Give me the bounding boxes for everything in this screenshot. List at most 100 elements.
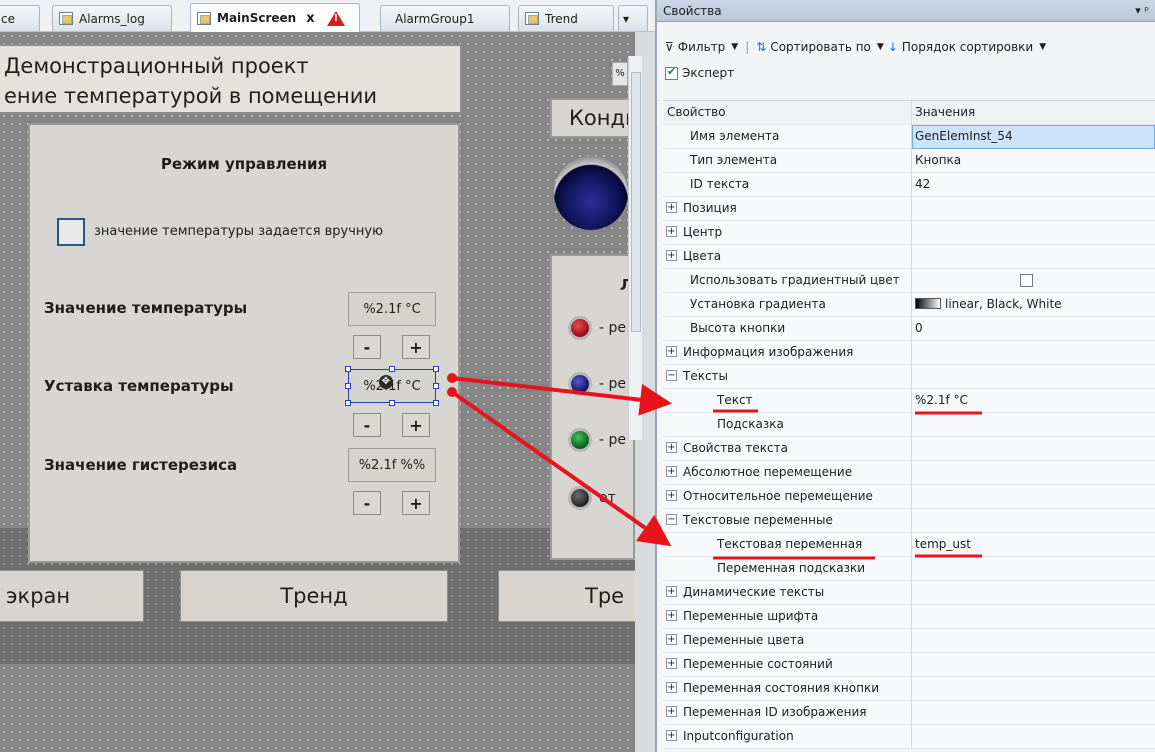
expand-toggle-icon[interactable]: + (666, 610, 677, 621)
tab-list-dropdown[interactable]: ▾ (618, 5, 648, 31)
selection-handle[interactable] (345, 366, 351, 372)
property-row[interactable]: + Свойства текста (663, 437, 1155, 461)
expand-toggle-icon[interactable]: + (666, 250, 677, 261)
column-divider[interactable] (911, 101, 912, 125)
sort-order-button[interactable]: Порядок сортировки (902, 40, 1033, 54)
close-icon[interactable]: x (306, 11, 314, 26)
expand-toggle-icon[interactable]: + (666, 346, 677, 357)
nav-screen-button[interactable]: экран (0, 570, 144, 622)
property-row[interactable]: Использовать градиентный цвет (663, 269, 1155, 293)
property-value[interactable]: linear, Black, White (915, 297, 1062, 311)
selection-handle[interactable] (389, 366, 395, 372)
property-row[interactable]: + Позиция (663, 197, 1155, 221)
zoom-button[interactable]: % (612, 62, 628, 86)
tab-partial[interactable]: ce (0, 5, 40, 31)
manual-mode-checkbox[interactable] (57, 218, 85, 246)
chevron-down-icon[interactable]: ▼ (1039, 42, 1046, 52)
tab-alarmgroup1[interactable]: AlarmGroup1 (380, 5, 510, 31)
property-row[interactable]: ID текста 42 (663, 173, 1155, 197)
hysteresis-button[interactable]: %2.1f %% (348, 448, 436, 482)
expert-checkbox[interactable] (665, 65, 678, 80)
property-row[interactable]: + Переменная ID изображения (663, 701, 1155, 725)
property-row[interactable]: Установка градиента linear, Black, White (663, 293, 1155, 317)
property-row[interactable]: Подсказка (663, 413, 1155, 437)
property-row[interactable]: + Динамические тексты (663, 581, 1155, 605)
property-row[interactable]: + Переменные состояний (663, 653, 1155, 677)
expand-toggle-icon[interactable]: + (666, 466, 677, 477)
tab-mainscreen[interactable]: MainScreen x (190, 3, 360, 32)
expand-toggle-icon[interactable]: + (666, 226, 677, 237)
property-row[interactable]: + Относительное перемещение (663, 485, 1155, 509)
filter-button[interactable]: Фильтр (678, 40, 725, 54)
project-title-box[interactable]: Демонстрационный проект ение температуро… (0, 44, 462, 114)
property-row[interactable]: Переменная подсказки (663, 557, 1155, 581)
expert-toggle[interactable]: Эксперт (665, 65, 734, 80)
hysteresis-minus-button[interactable]: - (353, 491, 381, 515)
property-value[interactable]: Кнопка (915, 153, 961, 167)
status-lamp[interactable] (554, 156, 628, 230)
selection-handle[interactable] (433, 400, 439, 406)
expand-toggle-icon[interactable]: + (666, 706, 677, 717)
property-row[interactable]: Высота кнопки 0 (663, 317, 1155, 341)
tab-alarms-log[interactable]: Alarms_log (52, 5, 172, 31)
property-row[interactable]: + Переменные шрифта (663, 605, 1155, 629)
property-row[interactable]: − Текстовые переменные (663, 509, 1155, 533)
selection-handle[interactable] (389, 400, 395, 406)
vertical-scrollbar[interactable] (628, 56, 642, 440)
property-row[interactable]: − Тексты (663, 365, 1155, 389)
temp-value-button[interactable]: %2.1f °C (348, 292, 436, 326)
expand-toggle-icon[interactable]: + (666, 682, 677, 693)
selection-handle[interactable] (345, 400, 351, 406)
sort-by-button[interactable]: Сортировать по (770, 40, 871, 54)
expand-toggle-icon[interactable]: + (666, 634, 677, 645)
selection-handle[interactable] (433, 366, 439, 372)
expand-toggle-icon[interactable]: + (666, 202, 677, 213)
property-name: Переменные цвета (683, 633, 805, 647)
temp-minus-button[interactable]: - (353, 335, 381, 359)
expand-toggle-icon[interactable]: + (666, 442, 677, 453)
visualization-canvas[interactable]: Демонстрационный проект ение температуро… (0, 32, 643, 752)
property-row[interactable]: + Переменная состояния кнопки (663, 677, 1155, 701)
expand-toggle-icon[interactable]: + (666, 658, 677, 669)
setpoint-minus-button[interactable]: - (353, 413, 381, 437)
chevron-down-icon[interactable]: ▼ (877, 42, 884, 52)
property-value[interactable]: GenElemInst_54 (915, 129, 1013, 143)
tab-trend[interactable]: Trend (518, 5, 614, 31)
chevron-down-icon[interactable]: ▼ (731, 42, 738, 52)
selection-handle[interactable] (433, 383, 439, 389)
property-row[interactable]: Текст %2.1f °C (663, 389, 1155, 413)
property-row[interactable]: + Информация изображения (663, 341, 1155, 365)
expand-toggle-icon[interactable]: + (666, 586, 677, 597)
property-row[interactable]: Текстовая переменная temp_ust (663, 533, 1155, 557)
property-row[interactable]: + Inputconfiguration (663, 725, 1155, 749)
nav-trend2-button[interactable]: Тре (498, 570, 635, 622)
property-row[interactable]: + Абсолютное перемещение (663, 461, 1155, 485)
legend-label: от (599, 490, 616, 506)
property-value[interactable]: temp_ust (915, 537, 971, 551)
property-row[interactable]: Тип элемента Кнопка (663, 149, 1155, 173)
property-value[interactable]: 42 (915, 177, 930, 191)
hysteresis-plus-button[interactable]: + (402, 491, 430, 515)
property-value[interactable]: 0 (915, 321, 923, 335)
expand-toggle-icon[interactable]: − (666, 370, 677, 381)
setpoint-plus-button[interactable]: + (402, 413, 430, 437)
setpoint-button[interactable]: %2.1f °C (348, 369, 436, 403)
pin-icon[interactable]: ▾ ᵖ (1135, 4, 1149, 17)
temp-plus-button[interactable]: + (402, 335, 430, 359)
property-row[interactable]: + Цвета (663, 245, 1155, 269)
expand-toggle-icon[interactable]: + (666, 490, 677, 501)
scrollbar-thumb[interactable] (631, 72, 641, 332)
conditioner-button[interactable]: Конди (550, 98, 635, 138)
expand-toggle-icon[interactable]: − (666, 514, 677, 525)
expand-toggle-icon[interactable]: + (666, 730, 677, 741)
nav-trend-button[interactable]: Тренд (180, 570, 448, 622)
property-row[interactable]: Имя элемента GenElemInst_54 (663, 125, 1155, 149)
move-icon[interactable]: ✥ (379, 375, 393, 389)
property-row[interactable]: + Переменные цвета (663, 629, 1155, 653)
selection-handle[interactable] (345, 383, 351, 389)
gradient-checkbox[interactable] (1020, 274, 1033, 287)
column-header-values[interactable]: Значения (915, 105, 975, 119)
property-row[interactable]: + Центр (663, 221, 1155, 245)
column-header-property[interactable]: Свойство (667, 105, 726, 119)
property-value[interactable]: %2.1f °C (915, 393, 968, 407)
